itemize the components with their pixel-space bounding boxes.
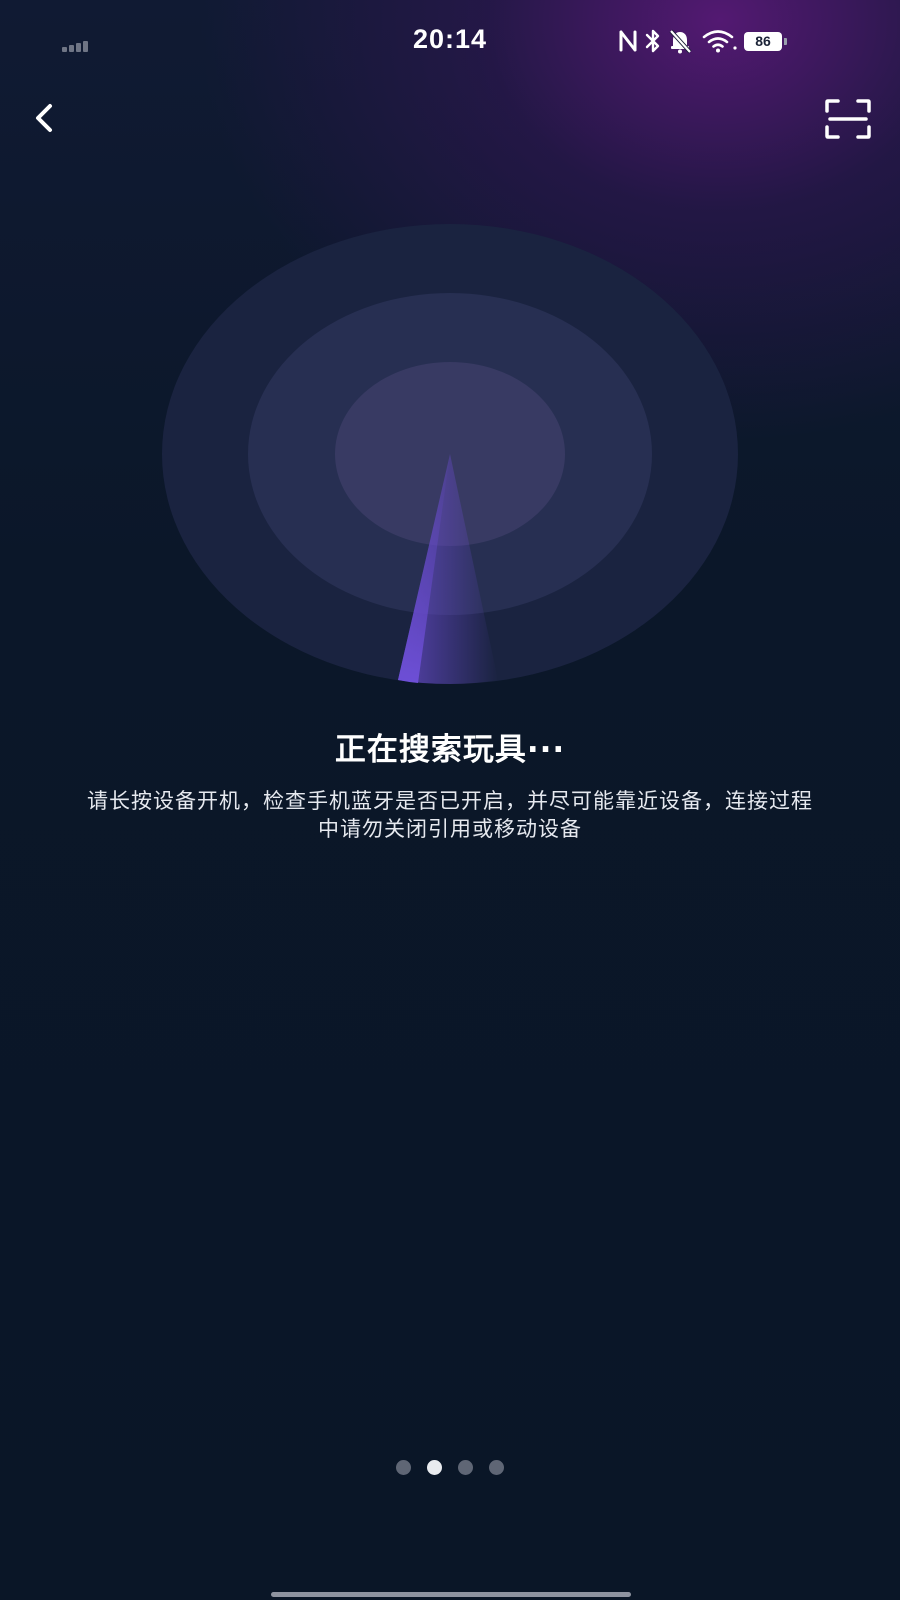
back-button[interactable] bbox=[26, 96, 66, 140]
status-bar: 20:14 86 bbox=[0, 0, 900, 80]
scan-icon bbox=[825, 99, 871, 139]
page-indicator bbox=[0, 1460, 900, 1476]
battery-level: 86 bbox=[755, 33, 771, 49]
radar-animation bbox=[162, 224, 738, 684]
battery-tip bbox=[784, 38, 787, 45]
wifi-icon bbox=[702, 30, 737, 53]
home-indicator[interactable] bbox=[271, 1592, 631, 1597]
chevron-left-icon bbox=[36, 104, 52, 132]
scan-button[interactable] bbox=[824, 98, 872, 140]
bluetooth-icon bbox=[645, 29, 660, 53]
page-dot bbox=[458, 1460, 473, 1475]
status-time: 20:14 bbox=[412, 24, 488, 54]
battery-icon: 86 bbox=[744, 32, 782, 51]
searching-title: 正在搜索玩具··· bbox=[334, 732, 566, 768]
searching-description: 请长按设备开机，检查手机蓝牙是否已开启，并尽可能靠近设备，连接过程中请勿关闭引用… bbox=[87, 789, 813, 841]
signal-icon bbox=[62, 40, 94, 52]
status-icons: 86 bbox=[618, 28, 798, 56]
page-dot bbox=[396, 1460, 411, 1475]
mute-icon bbox=[669, 29, 692, 54]
nfc-icon bbox=[619, 30, 637, 52]
page-dot-active bbox=[427, 1460, 442, 1475]
page-dot bbox=[489, 1460, 504, 1475]
